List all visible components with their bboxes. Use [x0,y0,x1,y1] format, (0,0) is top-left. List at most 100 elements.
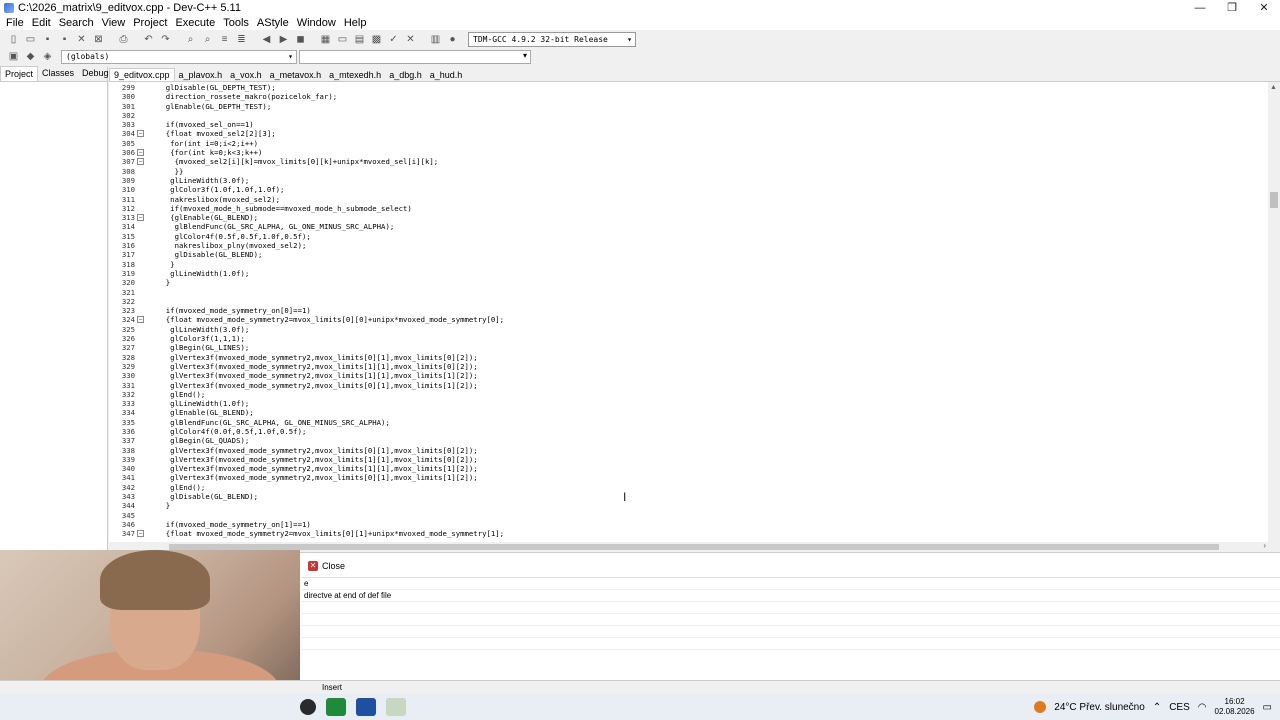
fold-toggle-icon[interactable]: − [137,316,144,324]
debug-icon[interactable]: ● [445,32,460,46]
app-icon[interactable] [326,698,346,716]
close-file-icon[interactable]: ✕ [74,32,89,46]
menu-help[interactable]: Help [340,17,371,29]
syntax-check-icon[interactable]: ✓ [386,32,401,46]
vertical-scroll-thumb[interactable] [1270,192,1278,208]
compile-run-icon[interactable]: ▤ [352,32,367,46]
horizontal-scroll-thumb[interactable] [169,544,1219,550]
code-line[interactable]: 329 glVertex3f(mvoxed_mode_symmetry2,mvo… [122,362,1257,371]
menu-edit[interactable]: Edit [28,17,55,29]
fold-toggle-icon[interactable]: − [137,158,144,166]
new-file-icon[interactable]: ▯ [6,32,21,46]
fold-toggle-icon[interactable]: − [137,149,144,157]
code-line[interactable]: 342 glEnd(); [122,483,1257,492]
menu-file[interactable]: File [2,17,28,29]
menu-search[interactable]: Search [55,17,98,29]
code-line[interactable]: 345 [122,511,1257,520]
menu-window[interactable]: Window [293,17,340,29]
language-indicator[interactable]: CES [1169,702,1190,713]
code-line[interactable]: 324− {float mvoxed_mode_symmetry2=mvox_l… [122,315,1257,324]
code-line[interactable]: 304− {float mvoxed_sel2[2][3]; [122,129,1257,138]
unindent-icon[interactable]: ≣ [234,32,249,46]
code-line[interactable]: 314 glBlendFunc(GL_SRC_ALPHA, GL_ONE_MIN… [122,222,1257,231]
file-tab[interactable]: a_plavox.h [175,69,227,81]
tab-classes[interactable]: Classes [38,66,78,81]
menu-execute[interactable]: Execute [171,17,219,29]
code-line[interactable]: 311 nakreslibox(mvoxed_sel2); [122,195,1257,204]
code-line[interactable]: 335 glBlendFunc(GL_SRC_ALPHA, GL_ONE_MIN… [122,418,1257,427]
code-line[interactable]: 308 }} [122,167,1257,176]
devcpp-taskbar-icon[interactable] [356,698,376,716]
goto-bookmark-icon[interactable]: ◈ [40,50,55,64]
chevron-up-icon[interactable]: ⌃ [1153,702,1161,713]
code-line[interactable]: 331 glVertex3f(mvoxed_mode_symmetry2,mvo… [122,381,1257,390]
stop-icon[interactable]: ✕ [403,32,418,46]
toggle-bookmark-icon[interactable]: ◆ [23,50,38,64]
code-line[interactable]: 325 glLineWidth(3.0f); [122,325,1257,334]
code-line[interactable]: 300 direction_rossete_makro(pozicelok_fa… [122,92,1257,101]
code-line[interactable]: 326 glColor3f(1,1,1); [122,334,1257,343]
fold-toggle-icon[interactable]: − [137,214,144,222]
save-icon[interactable]: ▪ [40,32,55,46]
code-line[interactable]: 312 if(mvoxed_mode_h_submode==mvoxed_mod… [122,204,1257,213]
code-line[interactable]: 309 glLineWidth(3.0f); [122,176,1257,185]
code-line[interactable]: 315 glColor4f(0.5f,0.5f,1.0f,0.5f); [122,232,1257,241]
menu-tools[interactable]: Tools [219,17,253,29]
code-line[interactable]: 323 if(mvoxed_mode_symmetry_on[0]==1) [122,306,1257,315]
undo-icon[interactable]: ↶ [141,32,156,46]
save-all-icon[interactable]: ▪ [57,32,72,46]
code-line[interactable]: 301 glEnable(GL_DEPTH_TEST); [122,102,1257,111]
file-tab[interactable]: a_vox.h [226,69,266,81]
scope-select[interactable]: (globals) ▾ [61,49,297,64]
code-line[interactable]: 343 glDisable(GL_BLEND); [122,492,1257,501]
code-line[interactable]: 332 glEnd(); [122,390,1257,399]
obs-icon[interactable] [300,699,316,715]
scroll-up-icon[interactable]: ▲ [1270,84,1277,91]
bookmark-icon[interactable]: ◼ [293,32,308,46]
file-tab[interactable]: a_hud.h [426,69,467,81]
code-line[interactable]: 319 glLineWidth(1.0f); [122,269,1257,278]
minimize-button[interactable]: — [1184,2,1216,14]
list-item[interactable]: e [302,578,1280,590]
code-line[interactable]: 346 if(mvoxed_mode_symmetry_on[1]==1) [122,520,1257,529]
indent-icon[interactable]: ≡ [217,32,232,46]
scroll-right-icon[interactable]: › [1263,541,1266,550]
code-line[interactable]: 330 glVertex3f(mvoxed_mode_symmetry2,mvo… [122,371,1257,380]
code-line[interactable]: 320 } [122,278,1257,287]
menu-project[interactable]: Project [129,17,171,29]
vertical-scrollbar[interactable]: ▲ [1268,82,1280,542]
file-tab[interactable]: a_metavox.h [266,69,326,81]
code-line[interactable]: 322 [122,297,1257,306]
fold-toggle-icon[interactable]: − [137,130,144,138]
replace-icon[interactable]: ⌕ [200,32,215,46]
profile-icon[interactable]: ▥ [428,32,443,46]
menu-astyle[interactable]: AStyle [253,17,293,29]
code-line[interactable]: 313− {glEnable(GL_BLEND); [122,213,1257,222]
code-line[interactable]: 307− {mvoxed_sel2[i][k]=mvox_limits[0][k… [122,157,1257,166]
code-line[interactable]: 338 glVertex3f(mvoxed_mode_symmetry2,mvo… [122,446,1257,455]
code-line[interactable]: 321 [122,288,1257,297]
weather-text[interactable]: 24°C Přev. slunečno [1054,702,1145,713]
code-line[interactable]: 302 [122,111,1257,120]
find-icon[interactable]: ⌕ [183,32,198,46]
compiler-select[interactable]: TDM-GCC 4.9.2 32-bit Release ▾ [468,31,636,47]
list-item[interactable]: directve at end of def file [302,590,1280,602]
clock[interactable]: 16:02 02.08.2026 [1215,697,1255,717]
rebuild-icon[interactable]: ▩ [369,32,384,46]
code-line[interactable]: 310 glColor3f(1.0f,1.0f,1.0f); [122,185,1257,194]
code-line[interactable]: 306− {for(int k=0;k<3;k++) [122,148,1257,157]
close-all-icon[interactable]: ⊠ [91,32,106,46]
code-line[interactable]: 336 glColor4f(0.0f,0.5f,1.0f,0.5f); [122,427,1257,436]
redo-icon[interactable]: ↷ [158,32,173,46]
notification-icon[interactable]: ▭ [1263,702,1272,713]
tab-project[interactable]: Project [0,66,39,81]
code-line[interactable]: 337 glBegin(GL_QUADS); [122,436,1257,445]
close-output-button[interactable]: ✕ Close [308,561,345,571]
run-icon[interactable]: ▭ [335,32,350,46]
code-line[interactable]: 299 glDisable(GL_DEPTH_TEST); [122,83,1257,92]
print-icon[interactable]: ⎙ [116,32,131,46]
code-editor[interactable]: 299 glDisable(GL_DEPTH_TEST); 300 directi… [109,82,1280,542]
goto-back-icon[interactable]: ◀ [259,32,274,46]
wifi-icon[interactable]: ◠ [1198,702,1207,713]
code-line[interactable]: 333 glLineWidth(1.0f); [122,399,1257,408]
